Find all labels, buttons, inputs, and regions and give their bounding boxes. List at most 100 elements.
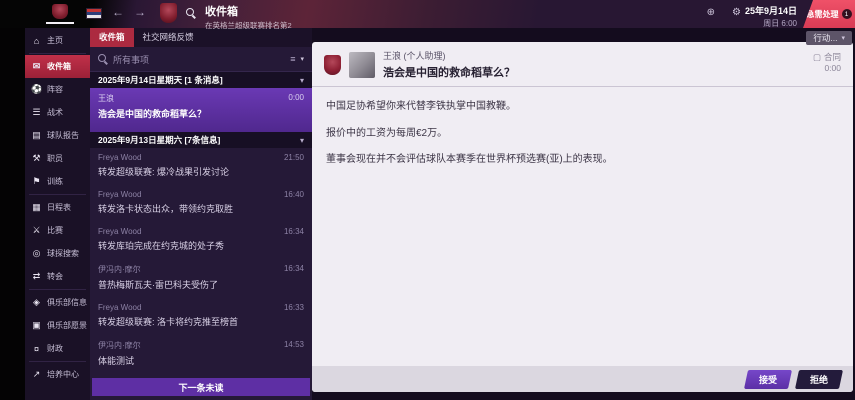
home-icon: ⌂ — [33, 35, 40, 46]
mail-time: 16:40 — [283, 190, 304, 199]
urgent-continue-button[interactable]: 急需处理 1 — [803, 0, 855, 28]
competitions-icon: ⚔ — [32, 225, 41, 235]
forward-arrow-icon[interactable]: → — [134, 5, 146, 19]
urgent-count-badge: 1 — [841, 9, 852, 19]
mail-list-item[interactable]: Freya Wood 16:33 转发超级联赛: 洛卡将约克推至榜首 — [90, 298, 312, 335]
reject-button[interactable]: 拒绝 — [794, 369, 844, 389]
club-crest-icon — [324, 54, 341, 75]
club-crest-icon[interactable] — [160, 3, 177, 23]
date-header-label: 2025年9月14日星期天 [1 条消息] — [98, 75, 223, 85]
active-club-underline — [46, 22, 74, 24]
sidebar-item-schedule[interactable]: ▦ 日程表 — [25, 196, 90, 219]
national-team-flag-icon[interactable] — [86, 8, 102, 19]
sidebar-item-training[interactable]: ⚑ 训练 — [25, 170, 90, 193]
urgent-label: 急需处理 — [806, 9, 839, 19]
manager-club-crest-icon[interactable] — [52, 4, 68, 19]
accept-label: 接受 — [758, 374, 777, 385]
inbox-icon: ✉ — [32, 61, 41, 71]
mail-list-item[interactable]: 王浪 0:00 浩会是中国的救命稻草么？ — [90, 88, 312, 132]
sidebar-item-club-info[interactable]: ◈ 俱乐部信息 — [25, 291, 90, 314]
mail-subject: 浩会是中国的救命稻草么？ — [98, 109, 207, 119]
sidebar-item-team-report[interactable]: ▤ 球队报告 — [25, 124, 90, 147]
fm-app-window: ← → 收件箱 在英格兰超级联赛排名第2 ⊕ ⚙ 25年9月14日 周日 6:0… — [0, 0, 855, 400]
sidebar-item-finances[interactable]: ¤ 财政 — [25, 337, 90, 360]
mail-search-label: 所有事项 — [113, 54, 150, 65]
page-subtitle: 在英格兰超级联赛排名第2 — [205, 21, 292, 30]
sidebar-item-tactics[interactable]: ☰ 战术 — [25, 101, 90, 124]
message-tag: 合同 — [823, 52, 841, 62]
sidebar-item-label: 主页 — [47, 36, 63, 45]
sidebar-item-inbox[interactable]: ✉ 收件箱 — [25, 55, 90, 78]
world-icon[interactable]: ⊕ — [707, 7, 715, 18]
back-arrow-icon[interactable]: ← — [112, 5, 124, 19]
sidebar-item-label: 日程表 — [47, 203, 71, 212]
chevron-down-icon: ▾ — [299, 135, 304, 145]
mail-list-item[interactable]: 伊冯内·摩尔 14:53 体能测试 — [90, 335, 312, 374]
mail-date-header[interactable]: 2025年9月14日星期天 [1 条消息] ▾ — [90, 72, 312, 88]
tag-icon: ▢ — [812, 51, 821, 62]
mail-list-item[interactable]: 伊冯内·摩尔 16:34 普热梅斯瓦夫·雷巴科夫受伤了 — [90, 259, 312, 298]
squad-icon: ⚽ — [31, 84, 43, 94]
sidebar-item-label: 俱乐部愿景 — [47, 321, 87, 330]
game-date[interactable]: 25年9月14日 周日 6:00 — [745, 4, 797, 29]
reject-label: 拒绝 — [809, 374, 828, 385]
message-card: 王浪 (个人助理) 浩会是中国的救命稻草么？ ▢ 合同 0:00 中国足协希望你… — [312, 42, 853, 392]
message-paragraph: 董事会现在并不会评估球队本赛季在世界杯预选赛(亚)上的表现。 — [326, 154, 613, 165]
sidebar-item-scouting[interactable]: ◎ 球探搜索 — [25, 242, 90, 265]
mail-item-top: 王浪 0:00 — [98, 93, 304, 104]
staff-icon: ⚒ — [32, 153, 41, 163]
mail-item-top: Freya Wood 16:33 — [98, 303, 304, 312]
mail-subject: 转发洛卡状态出众，带领约克取胜 — [98, 204, 234, 214]
sidebar-item-label: 财政 — [47, 344, 63, 353]
mail-item-top: 伊冯内·摩尔 14:53 — [98, 340, 304, 351]
sidebar-item-label: 职员 — [47, 154, 63, 163]
transfers-icon: ⇄ — [32, 271, 41, 281]
sidebar-separator — [29, 361, 86, 362]
mail-sender: 伊冯内·摩尔 — [98, 265, 141, 274]
mail-tab-inbox[interactable]: 收件箱 — [90, 28, 134, 47]
sidebar-item-competitions[interactable]: ⚔ 比赛 — [25, 219, 90, 242]
gear-icon[interactable]: ⚙ — [732, 7, 741, 18]
actions-dropdown-button[interactable]: 行动... ▾ — [806, 31, 852, 45]
sidebar-nav: ⌂ 主页 ✉ 收件箱 ⚽ 阵容 ☰ 战术 ▤ 球队报告 ⚒ 职员 ⚑ 训练 ▦ 日程表 ⚔ 比赛 ◎ 球探搜索 ⇄ 转会 ◈… — [25, 28, 90, 400]
sidebar-item-club-vision[interactable]: ▣ 俱乐部愿景 — [25, 314, 90, 337]
sidebar-item-squad[interactable]: ⚽ 阵容 — [25, 78, 90, 101]
mail-sender: 王浪 — [98, 94, 114, 103]
development-centre-icon: ↗ — [32, 369, 41, 379]
sidebar-item-development-centre[interactable]: ↗ 培养中心 — [25, 363, 90, 386]
sidebar-item-label: 战术 — [47, 108, 63, 117]
mail-list-item[interactable]: Freya Wood 16:34 转发库珀完成在约克城的处子秀 — [90, 222, 312, 259]
schedule-icon: ▦ — [32, 202, 41, 212]
team-report-icon: ▤ — [32, 130, 41, 140]
mail-time: 16:33 — [283, 303, 304, 312]
page-title: 收件箱 — [205, 6, 238, 18]
search-icon[interactable] — [186, 8, 196, 18]
game-date-line1: 25年9月14日 — [744, 6, 797, 16]
message-header-text: 王浪 (个人助理) 浩会是中国的救命稻草么？ — [383, 49, 515, 80]
message-paragraph: 中国足协希望你来代替李铁执掌中国教鞭。 — [326, 101, 516, 112]
chevron-down-icon: ▾ — [841, 35, 845, 42]
club-vision-icon: ▣ — [32, 320, 41, 330]
sidebar-item-home[interactable]: ⌂ 主页 — [25, 29, 90, 52]
mail-sender: Freya Wood — [98, 227, 142, 236]
message-sender: 王浪 (个人助理) — [383, 51, 446, 61]
next-unread-button[interactable]: 下一条未读 — [92, 378, 310, 396]
chevron-down-icon: ▾ — [299, 75, 304, 85]
scouting-icon: ◎ — [32, 248, 41, 258]
sidebar-item-label: 阵容 — [47, 85, 63, 94]
finances-icon: ¤ — [33, 343, 39, 354]
mail-tab-social[interactable]: 社交网络反馈 — [134, 28, 203, 47]
sidebar-item-staff[interactable]: ⚒ 职员 — [25, 147, 90, 170]
mail-list-item[interactable]: Freya Wood 16:40 转发洛卡状态出众，带领约克取胜 — [90, 185, 312, 222]
view-options-icon[interactable]: ≡ — [290, 54, 295, 64]
sidebar-item-transfers[interactable]: ⇄ 转会 — [25, 265, 90, 288]
mail-search-row[interactable]: 所有事项 ≡ ▾ — [90, 47, 312, 72]
sidebar-separator — [29, 53, 86, 54]
mail-date-header[interactable]: 2025年9月13日星期六 [7条信息] ▾ — [90, 132, 312, 148]
message-paragraph: 报价中的工资为每周€2万。 — [326, 127, 448, 139]
message-body: 中国足协希望你来代替李铁执掌中国教鞭。 报价中的工资为每周€2万。董事会现在并不会… — [312, 87, 853, 366]
message-time: 0:00 — [824, 63, 841, 73]
accept-button[interactable]: 接受 — [743, 369, 793, 389]
chevron-down-icon[interactable]: ▾ — [300, 55, 304, 63]
mail-list-item[interactable]: Freya Wood 21:50 转发超级联赛: 爆冷战果引发讨论 — [90, 148, 312, 185]
